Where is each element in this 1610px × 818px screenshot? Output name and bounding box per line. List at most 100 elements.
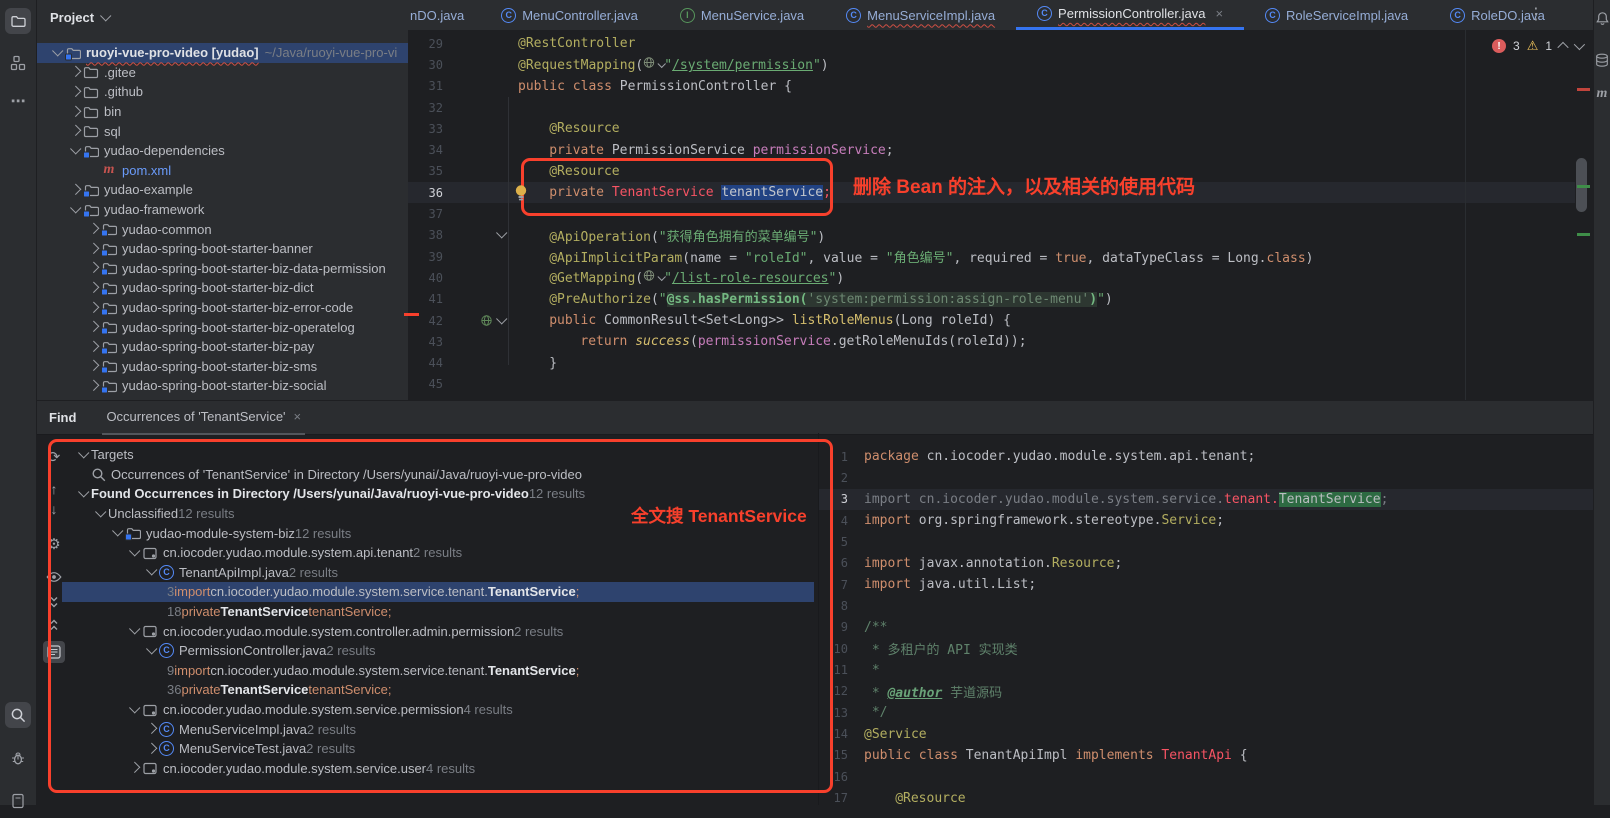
chevron-right-icon[interactable]: [70, 66, 81, 77]
code-line-7[interactable]: 7import java.util.List;: [819, 574, 1593, 595]
project-tree-row[interactable]: yudao-spring-boot-starter-biz-error-code: [37, 298, 408, 318]
close-icon[interactable]: ×: [294, 409, 302, 424]
chevron-right-icon[interactable]: [70, 105, 81, 116]
stripe-structure-button[interactable]: [5, 50, 31, 76]
project-tree-row[interactable]: .gitee: [37, 63, 408, 83]
project-tree-row[interactable]: yudao-dependencies: [37, 141, 408, 161]
code-line-30[interactable]: 30@RequestMapping("/system/permission"): [408, 54, 1575, 75]
chevron-right-icon[interactable]: [70, 125, 81, 136]
chevron-right-icon[interactable]: [88, 380, 99, 391]
project-tree-row[interactable]: yudao-spring-boot-starter-banner: [37, 239, 408, 259]
chevron-right-icon[interactable]: [88, 242, 99, 253]
chevron-down-icon[interactable]: [95, 506, 106, 517]
code-line-34[interactable]: 34private PermissionService permissionSe…: [408, 139, 1575, 160]
inspection-widget[interactable]: ! 3 ⚠ 1: [1492, 38, 1582, 54]
find-result-row[interactable]: CMenuServiceTest.java 2 results: [62, 739, 814, 759]
code-line-38[interactable]: 38@ApiOperation("获得角色拥有的菜单编号"): [408, 225, 1575, 246]
code-line-40[interactable]: 40@GetMapping("/list-role-resources"): [408, 267, 1575, 288]
find-result-row[interactable]: 3 import cn.iocoder.yudao.module.system.…: [62, 582, 814, 602]
tab-MenuService.java[interactable]: IMenuService.java: [659, 0, 825, 30]
code-line-1[interactable]: 1package cn.iocoder.yudao.module.system.…: [819, 446, 1593, 467]
code-line-10[interactable]: 10 * 多租户的 API 实现类: [819, 638, 1593, 659]
stripe-database-button[interactable]: [1591, 49, 1610, 71]
globe-icon[interactable]: [643, 56, 656, 69]
code-line-17[interactable]: 17@Resource: [819, 788, 1593, 809]
project-tree-row[interactable]: yudao-spring-boot-starter-biz-sms: [37, 357, 408, 377]
project-tree-row[interactable]: yudao-spring-boot-starter-biz-operatelog: [37, 317, 408, 337]
code-line-4[interactable]: 4import org.springframework.stereotype.S…: [819, 510, 1593, 531]
chevron-right-icon[interactable]: [70, 86, 81, 97]
find-result-row[interactable]: 18 private TenantService tenantService;: [62, 602, 814, 622]
code-line-3[interactable]: 3import cn.iocoder.yudao.module.system.s…: [819, 489, 1593, 510]
project-tree-row[interactable]: yudao-framework: [37, 200, 408, 220]
chevron-right-icon[interactable]: [88, 223, 99, 234]
stripe-project-folder-button[interactable]: [5, 8, 31, 34]
find-result-row[interactable]: 9 import cn.iocoder.yudao.module.system.…: [62, 661, 814, 681]
chevron-right-icon[interactable]: [88, 340, 99, 351]
code-line-29[interactable]: 29@RestController: [408, 33, 1575, 54]
stripe-clipboard-button[interactable]: [5, 788, 31, 814]
code-line-5[interactable]: 5: [819, 531, 1593, 552]
code-line-37[interactable]: 37: [408, 203, 1575, 224]
find-result-row[interactable]: Targets: [62, 445, 814, 465]
project-tree-row[interactable]: ruoyi-vue-pro-video [yudao]~/Java/ruoyi-…: [37, 43, 408, 63]
next-error-icon[interactable]: [1574, 39, 1585, 50]
project-tree-row[interactable]: yudao-spring-boot-starter-biz-pay: [37, 337, 408, 357]
find-result-row[interactable]: Occurrences of 'TenantService' in Direct…: [62, 465, 814, 485]
code-line-6[interactable]: 6import javax.annotation.Resource;: [819, 553, 1593, 574]
chevron-right-icon[interactable]: [88, 321, 99, 332]
code-line-12[interactable]: 12 * @author 芋道源码: [819, 681, 1593, 702]
project-tree-row[interactable]: yudao-example: [37, 180, 408, 200]
find-result-row[interactable]: 36 private TenantService tenantService;: [62, 680, 814, 700]
project-tree-row[interactable]: yudao-spring-boot-starter-biz-data-permi…: [37, 259, 408, 279]
chevron-right-icon[interactable]: [88, 262, 99, 273]
intention-bulb-icon[interactable]: [514, 184, 528, 207]
change-stripe-mark[interactable]: [1577, 185, 1590, 188]
code-line-44[interactable]: 44}: [408, 352, 1575, 373]
find-results-tab[interactable]: Occurrences of 'TenantService' ×: [102, 400, 305, 435]
stripe-more-button[interactable]: ⋯: [5, 88, 31, 114]
code-line-2[interactable]: 2: [819, 467, 1593, 488]
tab-MenuController.java[interactable]: CMenuController.java: [480, 0, 659, 30]
chevron-down-icon[interactable]: [112, 525, 123, 536]
tab-options-kebab-icon[interactable]: ⋮: [1526, 4, 1546, 24]
chevron-right-icon[interactable]: [70, 184, 81, 195]
change-stripe-mark[interactable]: [1577, 233, 1590, 236]
project-tree-row[interactable]: sql: [37, 121, 408, 141]
project-tree-row[interactable]: yudao-spring-boot-starter-biz-dict: [37, 278, 408, 298]
find-result-row[interactable]: CTenantApiImpl.java 2 results: [62, 563, 814, 583]
project-tree-row[interactable]: .github: [37, 82, 408, 102]
code-line-15[interactable]: 15public class TenantApiImpl implements …: [819, 745, 1593, 766]
code-line-45[interactable]: 45: [408, 374, 1575, 395]
globe-icon[interactable]: [643, 269, 656, 282]
project-tree-row[interactable]: bin: [37, 102, 408, 122]
find-result-row[interactable]: cn.iocoder.yudao.module.system.service.p…: [62, 700, 814, 720]
project-tree-row[interactable]: yudao-spring-boot-starter-biz-social: [37, 376, 408, 396]
code-line-8[interactable]: 8: [819, 595, 1593, 616]
editor-permission-controller[interactable]: 29@RestController30@RequestMapping("/sys…: [408, 30, 1575, 403]
close-icon[interactable]: ×: [1215, 6, 1223, 21]
chevron-down-icon[interactable]: [129, 545, 140, 556]
code-line-31[interactable]: 31public class PermissionController {: [408, 76, 1575, 97]
chevron-down-icon[interactable]: [146, 643, 157, 654]
code-line-13[interactable]: 13 */: [819, 702, 1593, 723]
chevron-right-icon[interactable]: [88, 360, 99, 371]
chevron-down-icon[interactable]: [78, 447, 89, 458]
chevron-down-icon[interactable]: [129, 623, 140, 634]
find-result-row[interactable]: Found Occurrences in Directory /Users/yu…: [62, 484, 814, 504]
code-line-11[interactable]: 11 *: [819, 659, 1593, 680]
chevron-right-icon[interactable]: [88, 301, 99, 312]
code-line-43[interactable]: 43return success(permissionService.getRo…: [408, 331, 1575, 352]
tab-RoleServiceImpl.java[interactable]: CRoleServiceImpl.java: [1244, 0, 1429, 30]
code-line-9[interactable]: 9/**: [819, 617, 1593, 638]
stripe-search-button[interactable]: [5, 702, 31, 728]
chevron-right-icon[interactable]: [88, 282, 99, 293]
chevron-down-icon[interactable]: [78, 486, 89, 497]
fold-icon[interactable]: [496, 228, 507, 239]
find-result-row[interactable]: cn.iocoder.yudao.module.system.api.tenan…: [62, 543, 814, 563]
code-line-32[interactable]: 32: [408, 97, 1575, 118]
code-line-42[interactable]: 42public CommonResult<Set<Long>> listRol…: [408, 310, 1575, 331]
find-result-row[interactable]: CPermissionController.java 2 results: [62, 641, 814, 661]
stripe-debug-button[interactable]: [5, 745, 31, 771]
chevron-down-icon[interactable]: [129, 702, 140, 713]
